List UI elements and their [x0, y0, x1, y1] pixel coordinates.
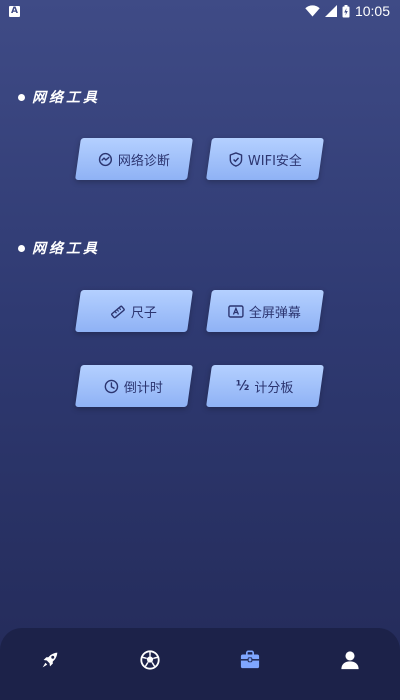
- section-title: 网络工具: [32, 90, 100, 106]
- tool-label: WIFI安全: [247, 153, 302, 169]
- bullet-dot: [18, 244, 25, 252]
- bottom-nav: [0, 628, 400, 700]
- section-header-tools: 网络工具: [18, 238, 100, 258]
- nav-item-tools[interactable]: [220, 640, 280, 680]
- clock-icon: [105, 379, 119, 393]
- ruler-icon: [111, 304, 126, 318]
- toolbox-icon: [240, 650, 260, 669]
- tool-label: 全屏弹幕: [249, 305, 302, 321]
- globe-ball-icon: [140, 650, 160, 670]
- section-title: 网络工具: [32, 241, 100, 257]
- wifi-security-button[interactable]: WIFI安全: [206, 138, 324, 180]
- network-diagnosis-icon: [98, 152, 113, 166]
- ruler-button[interactable]: 尺子: [75, 290, 193, 332]
- battery-icon: [342, 4, 350, 17]
- screen-text-icon: [228, 304, 245, 318]
- network-diagnosis-button[interactable]: 网络诊断: [75, 138, 193, 180]
- status-bar: A 10:05: [0, 0, 400, 22]
- signal-icon: [324, 5, 337, 17]
- bullet-dot: [18, 93, 25, 101]
- fullscreen-danmaku-button[interactable]: 全屏弹幕: [206, 290, 324, 332]
- nav-item-speed[interactable]: [20, 640, 80, 680]
- scoreboard-button[interactable]: ½ 计分板: [206, 365, 324, 407]
- user-icon: [341, 651, 359, 670]
- rocket-icon: [42, 652, 58, 668]
- wifi-icon: [305, 5, 320, 17]
- tool-label: 倒计时: [124, 380, 164, 396]
- tool-label: 计分板: [254, 380, 294, 396]
- tool-label: 网络诊断: [117, 153, 170, 169]
- shield-icon: [229, 151, 242, 167]
- notification-icon: A: [9, 5, 20, 17]
- countdown-button[interactable]: 倒计时: [75, 365, 193, 407]
- nav-item-discover[interactable]: [120, 640, 180, 680]
- section-header-network-tools: 网络工具: [18, 87, 100, 107]
- nav-item-profile[interactable]: [320, 640, 380, 680]
- fraction-icon: ½: [236, 378, 250, 394]
- clock: 10:05: [354, 3, 390, 19]
- tool-label: 尺子: [131, 305, 158, 321]
